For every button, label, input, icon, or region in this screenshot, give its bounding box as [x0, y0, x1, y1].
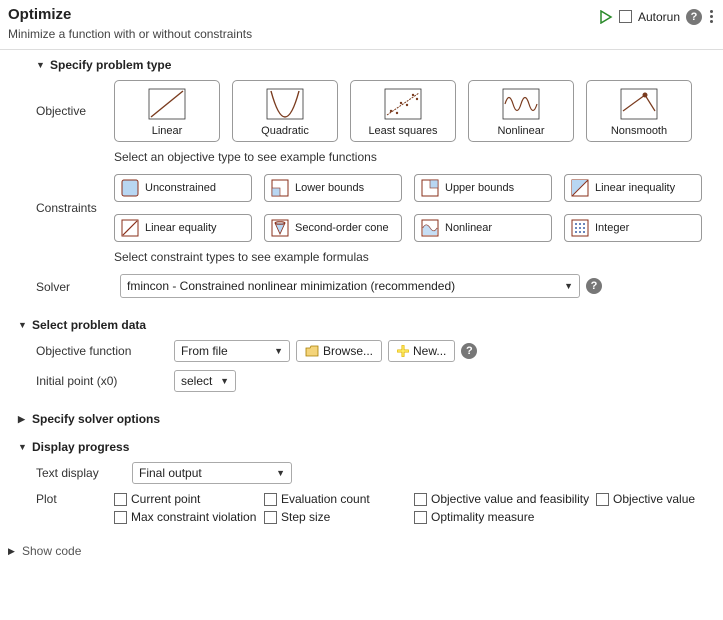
- plot-optimality-checkbox[interactable]: [414, 511, 427, 524]
- plot-label: Plot: [36, 492, 114, 506]
- section-title: Specify problem type: [50, 58, 171, 72]
- constraints-label: Constraints: [36, 174, 114, 242]
- page-title: Optimize: [8, 6, 599, 23]
- section-problem-type[interactable]: ▼ Specify problem type: [36, 58, 715, 72]
- more-menu-icon[interactable]: [708, 8, 715, 25]
- constraint-linear-inequality[interactable]: Linear inequality: [564, 174, 702, 202]
- section-title: Display progress: [32, 440, 129, 454]
- solver-select[interactable]: fmincon - Constrained nonlinear minimiza…: [120, 274, 580, 298]
- plot-obj-feasibility-checkbox[interactable]: [414, 493, 427, 506]
- chevron-right-icon: ▶: [18, 414, 28, 425]
- constraint-integer[interactable]: Integer: [564, 214, 702, 242]
- chevron-down-icon: ▼: [220, 376, 229, 386]
- plot-current-point-checkbox[interactable]: [114, 493, 127, 506]
- objective-card-linear[interactable]: Linear: [114, 80, 220, 142]
- section-title: Show code: [22, 544, 81, 558]
- objective-card-nonsmooth[interactable]: Nonsmooth: [586, 80, 692, 142]
- browse-button[interactable]: Browse...: [296, 340, 382, 362]
- help-icon[interactable]: ?: [686, 9, 702, 25]
- objective-function-help-icon[interactable]: ?: [461, 343, 477, 359]
- objective-card-nonlinear[interactable]: Nonlinear: [468, 80, 574, 142]
- chevron-down-icon: ▼: [276, 468, 285, 478]
- constraint-nonlinear[interactable]: Nonlinear: [414, 214, 552, 242]
- constraint-unconstrained[interactable]: Unconstrained: [114, 174, 252, 202]
- section-display-progress[interactable]: ▼ Display progress: [18, 440, 715, 454]
- plot-step-size-checkbox[interactable]: [264, 511, 277, 524]
- x0-select[interactable]: select ▼: [174, 370, 236, 392]
- constraint-lower-bounds[interactable]: Lower bounds: [264, 174, 402, 202]
- constraints-hint: Select constraint types to see example f…: [114, 250, 715, 264]
- plot-evaluation-count-checkbox[interactable]: [264, 493, 277, 506]
- chevron-down-icon: ▼: [274, 346, 283, 356]
- text-display-label: Text display: [36, 466, 126, 480]
- page-subtitle: Minimize a function with or without cons…: [8, 27, 599, 41]
- chevron-down-icon: ▼: [564, 281, 573, 291]
- section-problem-data[interactable]: ▼ Select problem data: [18, 318, 715, 332]
- objective-card-quadratic[interactable]: Quadratic: [232, 80, 338, 142]
- folder-icon: [305, 345, 319, 357]
- text-display-select[interactable]: Final output ▼: [132, 462, 292, 484]
- plot-max-constraint-checkbox[interactable]: [114, 511, 127, 524]
- chevron-down-icon: ▼: [18, 442, 28, 452]
- section-title: Specify solver options: [32, 412, 160, 426]
- x0-label: Initial point (x0): [36, 374, 168, 388]
- objective-hint: Select an objective type to see example …: [114, 150, 715, 164]
- autorun-label: Autorun: [638, 10, 680, 24]
- plus-icon: [397, 345, 409, 357]
- section-title: Select problem data: [32, 318, 146, 332]
- objective-function-label: Objective function: [36, 344, 168, 358]
- solver-help-icon[interactable]: ?: [586, 278, 602, 294]
- objective-card-least-squares[interactable]: Least squares: [350, 80, 456, 142]
- chevron-down-icon: ▼: [36, 60, 46, 70]
- objective-function-select[interactable]: From file ▼: [174, 340, 290, 362]
- chevron-right-icon: ▶: [8, 546, 18, 557]
- run-icon[interactable]: [599, 10, 613, 24]
- new-button[interactable]: New...: [388, 340, 455, 362]
- objective-label: Objective: [36, 80, 114, 142]
- chevron-down-icon: ▼: [18, 320, 28, 330]
- constraint-second-order-cone[interactable]: Second-order cone: [264, 214, 402, 242]
- autorun-checkbox[interactable]: [619, 10, 632, 23]
- constraint-upper-bounds[interactable]: Upper bounds: [414, 174, 552, 202]
- solver-label: Solver: [36, 278, 114, 294]
- section-solver-options[interactable]: ▶ Specify solver options: [18, 412, 715, 426]
- section-show-code[interactable]: ▶ Show code: [8, 544, 715, 558]
- constraint-linear-equality[interactable]: Linear equality: [114, 214, 252, 242]
- plot-objective-value-checkbox[interactable]: [596, 493, 609, 506]
